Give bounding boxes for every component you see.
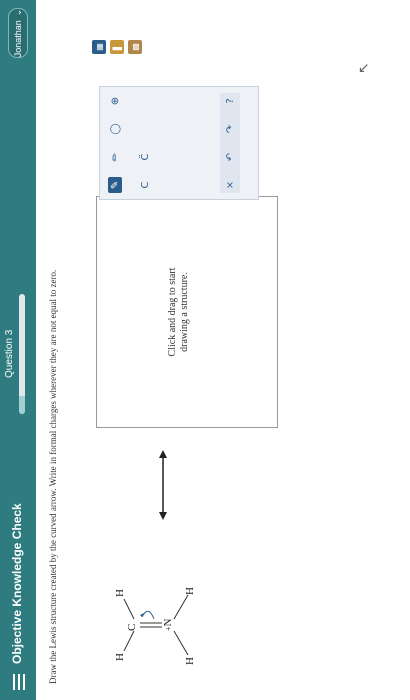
palette-row-atoms: C C̈ — [138, 93, 152, 193]
canvas-hint-line1: Click and drag to start — [167, 267, 178, 357]
question-prompt: Draw the Lewis structure created by the … — [48, 269, 58, 684]
pencil-icon[interactable]: ✏ — [108, 149, 122, 165]
progress-bar — [19, 294, 25, 414]
undo-button[interactable]: ↶ — [223, 149, 237, 165]
question-content: Draw the Lewis structure created by the … — [36, 0, 410, 700]
carbon-lone-pair-tool[interactable]: C̈ — [138, 149, 152, 165]
carbon-atom-tool[interactable]: C — [138, 177, 152, 193]
bar-chart-icon[interactable]: ▌ — [110, 40, 124, 54]
menu-icon[interactable] — [10, 674, 26, 690]
mouse-cursor-icon: ↖ — [356, 62, 372, 74]
canvas-hint-line2: drawing a structure. — [179, 272, 190, 352]
resonance-arrow-icon — [159, 450, 167, 520]
palette-row-tools: ✎ ✏ ◯ ⊕ — [108, 93, 122, 193]
help-button[interactable]: ? — [223, 93, 237, 109]
user-menu-button[interactable]: Jonathan ⌄ — [8, 8, 28, 58]
redo-button[interactable]: ↷ — [223, 121, 237, 137]
ring-icon[interactable]: ◯ — [108, 121, 122, 137]
periodic-table-icon[interactable]: ▩ — [128, 40, 142, 54]
chevron-down-icon: ⌄ — [12, 8, 23, 17]
calculator-icon[interactable]: ▦ — [92, 40, 106, 54]
app-frame: Objective Knowledge Check Question 3 Jon… — [0, 0, 410, 700]
molecule-structure: H C H +N H H — [100, 545, 210, 675]
progress-fill — [19, 396, 25, 414]
bond-lines — [123, 594, 189, 656]
side-toolbar: ▦ ▌ ▩ — [92, 38, 146, 54]
tool-palette: ✎ ✏ ◯ ⊕ C C̈ × ↶ ↷ ? — [99, 86, 259, 200]
drawing-canvas[interactable]: Click and drag to start drawing a struct… — [96, 196, 278, 428]
canvas-hint: Click and drag to start drawing a struct… — [167, 197, 191, 427]
question-label: Question 3 — [4, 329, 15, 378]
top-bar: Objective Knowledge Check Question 3 Jon… — [0, 0, 36, 700]
app-title: Objective Knowledge Check — [10, 503, 24, 664]
clear-button[interactable]: × — [223, 177, 237, 193]
user-name: Jonathan — [13, 20, 23, 58]
eraser-icon[interactable]: ✎ — [108, 177, 122, 193]
palette-controls: × ↶ ↷ ? — [220, 93, 240, 193]
charge-plus-icon[interactable]: ⊕ — [108, 93, 122, 109]
